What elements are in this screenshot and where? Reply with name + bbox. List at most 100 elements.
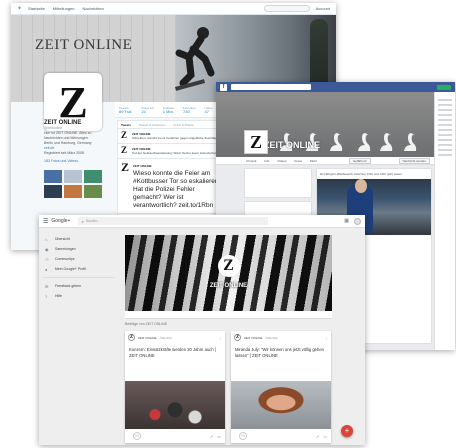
share-icon[interactable]: ↗ [210, 434, 213, 439]
photo-thumb[interactable] [64, 185, 82, 198]
tweet-item[interactable]: Z ZEIT ONLINE Schreiben: Gericht trennt … [118, 129, 228, 144]
photo-thumb[interactable] [84, 170, 102, 183]
apps-grid-icon[interactable]: ▦ [344, 218, 349, 224]
stat-following[interactable]: Folge ich 21 [142, 106, 154, 114]
tab-tweets-replies[interactable]: Tweets & Antworten [139, 123, 166, 127]
help-icon: ? [45, 293, 48, 299]
plus-one-button[interactable]: +1 [239, 432, 247, 440]
account-avatar[interactable] [354, 217, 361, 225]
tweet-author[interactable]: ZEIT ONLINE [133, 164, 152, 168]
share-icon[interactable]: ↗ [316, 434, 319, 439]
sidebar-item-feedback[interactable]: ✉ Feedback geben [39, 281, 119, 291]
gplus-search-input[interactable]: ⌕ Suchen [78, 217, 269, 225]
twitter-nav-notifications[interactable]: Mitteilungen [53, 6, 75, 11]
twitter-nav-home[interactable]: Startseite [28, 6, 45, 11]
fb-like-button[interactable]: Gefällt mir [348, 157, 371, 164]
sidebar-item-help[interactable]: ? Hilfe [39, 291, 119, 301]
post-image[interactable] [125, 381, 225, 429]
profile-joined: Registriert seit März 2008 [44, 151, 84, 155]
tweet-item[interactable]: Z ZEIT ONLINE Tod der Gebrauchsanweisung… [118, 144, 228, 159]
facebook-green-button[interactable] [437, 84, 451, 90]
stat-favorites[interactable]: Favoriten 730 [183, 106, 196, 114]
facebook-search-input[interactable] [231, 84, 311, 90]
twitter-search-input[interactable] [263, 5, 310, 12]
photo-thumb[interactable] [44, 185, 62, 198]
sidebar-item-profile[interactable]: ● Mein Google+ Profil [39, 264, 119, 274]
search-placeholder: Suchen [85, 219, 98, 223]
photo-thumb[interactable] [84, 185, 102, 198]
post-avatar: Z [234, 334, 241, 341]
fb-message-button[interactable]: Nachricht senden [398, 157, 430, 164]
post-header: Z ZEIT ONLINE Öffentlich ⋮ [125, 331, 225, 344]
tweet-item[interactable]: Z ZEIT ONLINE Wieso konnte die Feier am … [118, 159, 228, 214]
twitter-profile-sidebar: ZEIT ONLINE @zeitonline Hier ist ZEIT ON… [44, 120, 110, 198]
more-options-icon[interactable]: ⋮ [219, 336, 222, 340]
sidebar-divider [43, 277, 115, 278]
sidebar-item-home[interactable]: ⌂ Übersicht [39, 234, 119, 244]
post-text: Konzern: Einsatzkräfte werden 20 Jahre a… [129, 347, 216, 358]
gplus-post-card[interactable]: Z ZEIT ONLINE Öffentlich ⋮ Miranda July:… [231, 331, 331, 443]
facebook-page-tabs: Chronik Info Videos Fotos Mehr Gefällt m… [216, 157, 434, 165]
gplus-posts-label: Beiträge von ZEIT ONLINE [125, 322, 168, 326]
timeline-tabs: Tweets Tweets & Antworten Fotos & Videos [118, 121, 228, 129]
post-visibility: Öffentlich [159, 335, 173, 340]
tweet-text: Wieso konnte die Feier am #Kottbusser To… [133, 170, 223, 209]
tab-tweets[interactable]: Tweets [121, 123, 131, 127]
facebook-logo-icon[interactable]: f [220, 83, 227, 91]
tweet-avatar: Z [121, 145, 128, 155]
post-author[interactable]: ZEIT ONLINE [244, 336, 262, 340]
people-icon: ◉ [45, 246, 49, 252]
sidebar-item-collections[interactable]: ◉ Sammlungen [39, 244, 119, 254]
photos-label[interactable]: 183 Fotos und Videos [44, 159, 110, 164]
fb-post-text: Der Ehrgeiz-Wettbewerb zwischen CSU und … [320, 172, 403, 176]
fb-tab-info[interactable]: Info [264, 159, 269, 163]
fb-tab-photos[interactable]: Fotos [294, 159, 302, 163]
photo-thumb[interactable] [44, 170, 62, 183]
tweet-avatar: Z [121, 130, 128, 140]
tab-photos-videos[interactable]: Fotos & Videos [173, 123, 193, 127]
photo-person-face [355, 179, 367, 193]
post-author[interactable]: ZEIT ONLINE [138, 336, 156, 340]
more-options-icon[interactable]: ⋮ [325, 336, 328, 340]
tweet-text: Schreiben: Gericht trennt Verfahren gege… [132, 136, 220, 140]
fb-tab-more[interactable]: Mehr [310, 159, 317, 163]
header-brand-text: ZEIT ONLINE [35, 37, 133, 53]
stat-followers[interactable]: Follower 1 Mio. [163, 106, 174, 114]
post-image[interactable] [231, 381, 331, 429]
gplus-sidebar: ⌂ Übersicht ◉ Sammlungen ⚇ Communitys ● Mein… [39, 228, 119, 301]
post-header: Z ZEIT ONLINE Öffentlich ⋮ [231, 331, 331, 344]
fb-tab-timeline[interactable]: Chronik [246, 159, 256, 163]
feedback-icon: ✉ [45, 283, 49, 289]
twitter-account-menu[interactable]: Account [316, 6, 330, 11]
community-icon: ⚇ [45, 256, 49, 262]
facebook-page-name[interactable]: ZEIT ONLINE [264, 140, 320, 150]
collage-stage: ✦ Startseite Mitteilungen Nachrichten Ac… [0, 0, 456, 448]
photo-thumb[interactable] [64, 170, 82, 183]
gplus-profile-strip [125, 311, 332, 319]
profile-bio: Hier ist ZEIT ONLINE. Alles zu Nachricht… [44, 131, 92, 140]
gplus-profile-logo[interactable]: Z [217, 255, 240, 277]
gplus-topbar: ☰ Google+ ⌕ Suchen ▦ [39, 215, 365, 228]
compose-fab-button[interactable]: + [341, 425, 353, 437]
post-visibility: Öffentlich [265, 335, 279, 340]
stat-tweets[interactable]: Tweets 80 Tsd. [119, 106, 133, 114]
gplus-post-card[interactable]: Z ZEIT ONLINE Öffentlich ⋮ Konzern: Eins… [125, 331, 225, 443]
facebook-topbar: f [216, 82, 455, 92]
swan-figure [380, 133, 393, 151]
facebook-right-sidebar [434, 92, 455, 350]
fb-tab-videos[interactable]: Videos [277, 159, 286, 163]
comment-icon[interactable]: ▭ [323, 434, 327, 439]
sidebar-item-communities[interactable]: ⚇ Communitys [39, 254, 119, 264]
hamburger-menu-icon[interactable]: ☰ [43, 218, 48, 225]
twitter-nav-messages[interactable]: Nachrichten [82, 6, 103, 11]
stat-lists[interactable]: Listen 47 [205, 106, 213, 114]
fb-info-box [244, 168, 312, 198]
twitter-bird-icon[interactable]: ✦ [17, 6, 25, 12]
plus-one-button[interactable]: +1 [133, 432, 141, 440]
post-footer: +1 ↗ ▭ [231, 429, 331, 443]
gplus-app-name[interactable]: Google+ [51, 218, 70, 224]
facebook-profile-picture[interactable]: Z [244, 130, 268, 154]
tweet-avatar: Z [121, 160, 130, 174]
search-icon: ⌕ [81, 218, 84, 224]
comment-icon[interactable]: ▭ [217, 434, 221, 439]
